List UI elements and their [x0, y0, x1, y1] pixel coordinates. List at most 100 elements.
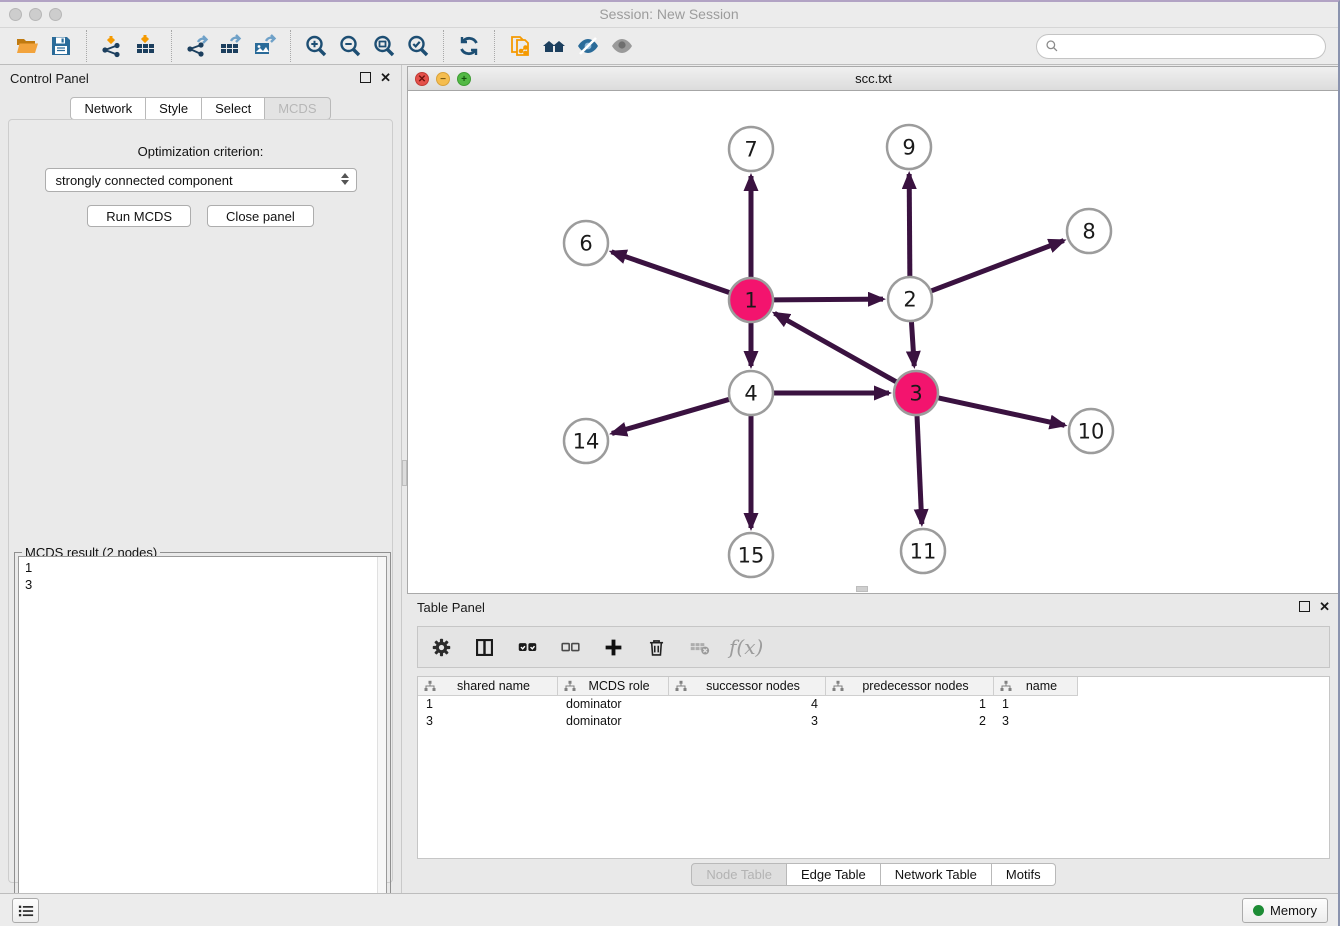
table-cell[interactable]: 4 — [669, 696, 826, 713]
zoom-selected-button[interactable] — [401, 31, 435, 61]
table-tab-network-table[interactable]: Network Table — [881, 863, 992, 886]
close-panel-button[interactable]: Close panel — [207, 205, 314, 227]
houses-icon — [542, 34, 566, 58]
control-tab-network[interactable]: Network — [70, 97, 146, 120]
table-row[interactable]: 1dominator411 — [418, 696, 1329, 713]
graph-edge-2-9[interactable] — [909, 174, 910, 276]
table-cell[interactable]: dominator — [558, 713, 669, 730]
export-image-button[interactable] — [248, 31, 282, 61]
import-network-button[interactable] — [95, 31, 129, 61]
graph-node-1[interactable]: 1 — [729, 278, 773, 322]
zoom-fit-button[interactable] — [367, 31, 401, 61]
zoom-out-icon — [338, 34, 362, 58]
table-panel-title: Table Panel — [417, 600, 485, 615]
graph-edge-3-11[interactable] — [917, 416, 922, 524]
search-box[interactable] — [1036, 34, 1326, 59]
memory-label: Memory — [1270, 903, 1317, 918]
import-table-button[interactable] — [129, 31, 163, 61]
function-builder-button[interactable]: f(x) — [729, 634, 763, 660]
export-image-icon — [253, 34, 277, 58]
svg-text:6: 6 — [579, 232, 592, 256]
control-tab-style[interactable]: Style — [146, 97, 202, 120]
table-cell[interactable]: 3 — [418, 713, 558, 730]
table-cell[interactable]: dominator — [558, 696, 669, 713]
close-panel-icon[interactable]: ✕ — [380, 72, 391, 83]
column-header-shared-name[interactable]: shared name — [418, 677, 558, 696]
optimization-criterion-select[interactable]: strongly connected component — [45, 168, 357, 192]
control-tab-select[interactable]: Select — [202, 97, 265, 120]
graph-node-7[interactable]: 7 — [729, 127, 773, 171]
table-cell[interactable]: 1 — [418, 696, 558, 713]
network-canvas[interactable]: 7 9 6 8 1 2 4 3 14 10 15 11 — [408, 91, 1339, 586]
svg-text:9: 9 — [902, 136, 915, 160]
graph-edge-1-6[interactable] — [612, 252, 730, 293]
mcds-result-text[interactable]: 1 3 — [18, 556, 387, 926]
save-session-button[interactable] — [44, 31, 78, 61]
apply-layout-button[interactable] — [452, 31, 486, 61]
column-header-successor-nodes[interactable]: successor nodes — [669, 677, 826, 696]
show-all-button[interactable] — [605, 31, 639, 61]
graph-node-11[interactable]: 11 — [901, 529, 945, 573]
eye-slash-icon — [576, 34, 600, 58]
table-close-icon[interactable]: ✕ — [1319, 601, 1330, 612]
table-cell[interactable]: 1 — [826, 696, 994, 713]
graph-node-2[interactable]: 2 — [888, 277, 932, 321]
network-resize-grip[interactable] — [856, 586, 868, 592]
graph-node-8[interactable]: 8 — [1067, 209, 1111, 253]
column-header-predecessor-nodes[interactable]: predecessor nodes — [826, 677, 994, 696]
node-table: shared nameMCDS rolesuccessor nodesprede… — [417, 676, 1330, 859]
deselect-all-rows-button[interactable] — [557, 634, 583, 660]
graph-edge-4-14[interactable] — [612, 399, 729, 433]
table-cell[interactable]: 1 — [994, 696, 1078, 713]
column-header-MCDS-role[interactable]: MCDS role — [558, 677, 669, 696]
mcds-tab-content: Optimization criterion: strongly connect… — [8, 119, 393, 883]
select-all-rows-button[interactable] — [514, 634, 540, 660]
table-tab-edge-table[interactable]: Edge Table — [787, 863, 881, 886]
svg-text:7: 7 — [744, 138, 757, 162]
graph-edge-1-2[interactable] — [774, 299, 883, 300]
network-window-title: scc.txt — [408, 71, 1339, 86]
control-tab-mcds[interactable]: MCDS — [265, 97, 330, 120]
zoom-in-button[interactable] — [299, 31, 333, 61]
zoom-fit-icon — [372, 34, 396, 58]
graph-node-3[interactable]: 3 — [894, 371, 938, 415]
table-tab-node-table[interactable]: Node Table — [691, 863, 787, 886]
graph-node-6[interactable]: 6 — [564, 221, 608, 265]
table-cell[interactable]: 3 — [669, 713, 826, 730]
graph-node-9[interactable]: 9 — [887, 125, 931, 169]
delete-table-button[interactable] — [686, 634, 712, 660]
first-neighbors-button[interactable] — [537, 31, 571, 61]
table-tab-motifs[interactable]: Motifs — [992, 863, 1056, 886]
add-column-button[interactable] — [600, 634, 626, 660]
graph-edge-2-8[interactable] — [932, 241, 1064, 291]
graph-node-14[interactable]: 14 — [564, 419, 608, 463]
graph-node-10[interactable]: 10 — [1069, 409, 1113, 453]
column-header-name[interactable]: name — [994, 677, 1078, 696]
graph-node-15[interactable]: 15 — [729, 533, 773, 577]
table-cell[interactable]: 2 — [826, 713, 994, 730]
graph-edge-3-1[interactable] — [775, 313, 896, 381]
zoom-in-icon — [304, 34, 328, 58]
svg-text:4: 4 — [744, 382, 757, 406]
hide-selected-button[interactable] — [571, 31, 605, 61]
table-cell[interactable]: 3 — [994, 713, 1078, 730]
search-input[interactable] — [1065, 39, 1317, 54]
run-mcds-button[interactable]: Run MCDS — [87, 205, 191, 227]
show-columns-button[interactable] — [471, 634, 497, 660]
new-network-from-selection-button[interactable] — [503, 31, 537, 61]
graph-node-4[interactable]: 4 — [729, 371, 773, 415]
float-panel-icon[interactable] — [360, 72, 371, 83]
export-network-button[interactable] — [180, 31, 214, 61]
table-float-icon[interactable] — [1299, 601, 1310, 612]
open-session-button[interactable] — [10, 31, 44, 61]
table-row[interactable]: 3dominator323 — [418, 713, 1329, 730]
zoom-out-button[interactable] — [333, 31, 367, 61]
table-settings-button[interactable] — [428, 634, 454, 660]
task-history-button[interactable] — [12, 898, 39, 923]
graph-edge-3-10[interactable] — [938, 398, 1064, 425]
graph-edge-2-3[interactable] — [911, 322, 914, 366]
delete-column-button[interactable] — [643, 634, 669, 660]
memory-button[interactable]: Memory — [1242, 898, 1328, 923]
result-scrollbar[interactable] — [377, 557, 386, 926]
export-table-button[interactable] — [214, 31, 248, 61]
